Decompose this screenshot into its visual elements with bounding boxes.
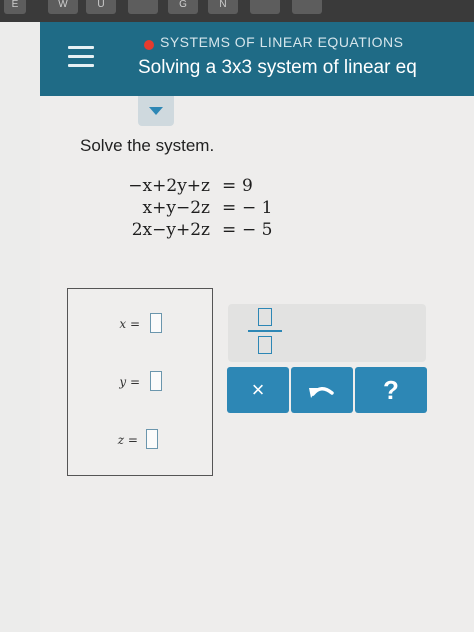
equals-sign: = [222, 176, 237, 196]
lesson-header: SYSTEMS OF LINEAR EQUATIONS Solving a 3x… [40, 22, 474, 96]
answer-box: x = y = z = [67, 288, 213, 476]
answer-row-x: x = [68, 313, 214, 337]
equation-rhs: 9 [242, 176, 253, 196]
hamburger-menu-icon[interactable] [68, 46, 94, 68]
equation-system: −x+2y+z = 9 x+y−2z = − 1 2x−y+2z = − 5 [110, 176, 280, 242]
topic-status-dot [144, 40, 154, 50]
keyboard-key: E [4, 0, 26, 14]
undo-icon [309, 387, 334, 398]
topic-label: SYSTEMS OF LINEAR EQUATIONS [160, 34, 404, 50]
equation-row: −x+2y+z = 9 [110, 176, 280, 198]
keyboard-key: N [208, 0, 238, 14]
help-button[interactable]: ? [355, 367, 427, 413]
keyboard-key [292, 0, 322, 14]
keyboard-key: W [48, 0, 78, 14]
equals-sign: = [222, 220, 237, 240]
expand-panel-tab[interactable] [138, 96, 174, 126]
page-title: Solving a 3x3 system of linear eq [138, 57, 417, 78]
undo-button[interactable] [291, 367, 353, 413]
question-prompt: Solve the system. [80, 136, 215, 155]
keyboard-key [250, 0, 280, 14]
equation-rhs: − 1 [242, 198, 273, 218]
caret-down-icon [149, 107, 163, 115]
math-keypad [228, 304, 426, 362]
equation-row: 2x−y+2z = − 5 [110, 220, 280, 242]
equation-lhs: x+y−2z [142, 198, 210, 218]
equation-row: x+y−2z = − 1 [110, 198, 280, 220]
answer-row-y: y = [68, 371, 214, 395]
equals-sign: = [222, 198, 237, 218]
answer-label: z = [117, 433, 138, 447]
keyboard-edge: E W U G N [0, 0, 474, 22]
equation-lhs: 2x−y+2z [131, 220, 210, 240]
keyboard-key [128, 0, 158, 14]
keyboard-key: G [168, 0, 198, 14]
fraction-icon[interactable] [242, 306, 286, 358]
equation-lhs: −x+2y+z [128, 176, 210, 196]
y-answer-input[interactable] [150, 371, 162, 391]
x-answer-input[interactable] [150, 313, 162, 333]
screen-bezel [0, 22, 40, 632]
clear-button[interactable]: × [227, 367, 289, 413]
z-answer-input[interactable] [146, 429, 158, 449]
answer-row-z: z = [68, 429, 214, 453]
equation-rhs: − 5 [242, 220, 273, 240]
answer-label: x = [119, 317, 140, 331]
answer-label: y = [119, 375, 140, 389]
keyboard-key: U [86, 0, 116, 14]
